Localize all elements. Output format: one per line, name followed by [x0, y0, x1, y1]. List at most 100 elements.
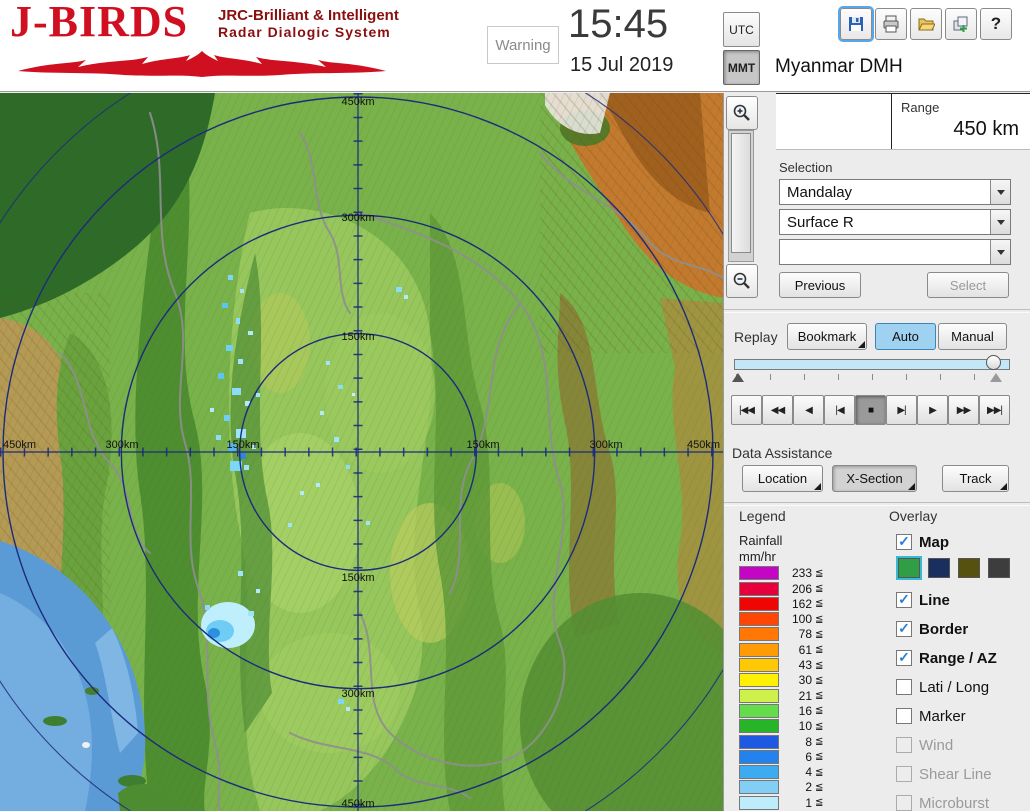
print-button[interactable]: [875, 8, 907, 40]
utc-label: UTC: [729, 22, 754, 37]
checkbox-line[interactable]: ✓: [896, 592, 912, 608]
overlay-lati-long-label: Lati / Long: [919, 678, 990, 696]
step-forward-button[interactable]: ▶|: [886, 395, 917, 425]
checkbox-range-az[interactable]: ✓: [896, 650, 912, 666]
corner-handle-icon: [858, 341, 865, 348]
skip-start-icon: |◀◀: [739, 404, 755, 416]
checkbox-map[interactable]: ✓: [896, 534, 912, 550]
legend-row: 206 ≦: [739, 581, 823, 596]
location-button[interactable]: Location: [742, 465, 823, 492]
play-reverse-button[interactable]: ◀: [793, 395, 824, 425]
save-button[interactable]: [838, 6, 874, 42]
warning-indicator[interactable]: Warning: [487, 26, 559, 64]
legend-value: 6: [805, 749, 812, 764]
play-button[interactable]: ▶: [917, 395, 948, 425]
manual-label: Manual: [951, 329, 994, 344]
overlay-line-label: Line: [919, 591, 950, 609]
legend-row: 78 ≦: [739, 627, 823, 642]
legend-value: 206: [791, 581, 812, 596]
overlay-wind-label: Wind: [919, 736, 954, 754]
step-back-button[interactable]: |◀: [824, 395, 855, 425]
export-add-button[interactable]: [945, 8, 977, 40]
legend-leq: ≦: [815, 766, 824, 778]
export-add-icon: [953, 16, 968, 32]
legend-row: 162 ≦: [739, 596, 823, 612]
overlay-row-line: ✓ Line: [896, 589, 950, 611]
printer-icon: [883, 15, 899, 33]
fast-rewind-button[interactable]: ◀◀: [762, 395, 793, 425]
mmt-button[interactable]: MMT: [723, 50, 760, 85]
option-dropdown-button[interactable]: [990, 240, 1010, 264]
replay-slider-handle[interactable]: [986, 355, 1001, 370]
legend-leq: ≦: [815, 797, 824, 809]
legend-unit: mm/hr: [739, 549, 776, 564]
previous-button[interactable]: Previous: [779, 272, 861, 298]
legend-leq: ≦: [815, 567, 824, 579]
zoom-scrollbar[interactable]: [728, 130, 754, 262]
track-label: Track: [959, 471, 992, 486]
auto-label: Auto: [892, 329, 919, 344]
checkbox-lati-long[interactable]: [896, 679, 912, 695]
zoom-out-button[interactable]: [726, 264, 758, 298]
option-dropdown[interactable]: [779, 239, 1011, 265]
app-logo-subtitle: JRC-Brilliant & Intelligent Radar Dialog…: [218, 8, 399, 41]
legend-label: Legend: [739, 508, 786, 524]
map-viewport[interactable]: 450km 300km 150km 150km 300km 450km 450k…: [0, 26, 784, 811]
map-palette-gray[interactable]: [988, 558, 1010, 578]
auto-mode-button[interactable]: Auto: [875, 323, 936, 350]
skip-to-end-button[interactable]: ▶▶|: [979, 395, 1010, 425]
zoom-in-button[interactable]: [726, 96, 758, 130]
fast-forward-button[interactable]: ▶▶: [948, 395, 979, 425]
check-icon: ✓: [898, 533, 910, 549]
selection-label: Selection: [779, 160, 833, 175]
replay-slider-track[interactable]: [734, 359, 1010, 370]
product-dropdown[interactable]: Surface R: [779, 209, 1011, 235]
help-button[interactable]: ?: [980, 8, 1012, 40]
corner-handle-icon: [1000, 483, 1007, 490]
legend-color-swatch: [739, 673, 779, 688]
overlay-marker-label: Marker: [919, 707, 966, 725]
skip-to-start-button[interactable]: |◀◀: [731, 395, 762, 425]
range-label-w150: 150km: [226, 439, 259, 451]
range-box: Range 450 km: [776, 93, 1030, 150]
legend-leq: ≦: [815, 674, 824, 686]
select-label: Select: [949, 277, 987, 293]
zoom-scrollbar-thumb[interactable]: [731, 133, 751, 253]
manual-mode-button[interactable]: Manual: [938, 323, 1007, 350]
legend-leq: ≦: [815, 583, 824, 595]
checkbox-microburst: [896, 795, 912, 811]
range-label-w450: 450km: [3, 439, 36, 451]
map-palette-navy[interactable]: [928, 558, 950, 578]
overlay-row-map: ✓ Map: [896, 531, 949, 553]
legend-value: 4: [805, 765, 812, 780]
overlay-row-wind: Wind: [896, 734, 953, 756]
legend-value: 16: [798, 703, 812, 718]
legend-value: 100: [791, 612, 812, 627]
x-section-button[interactable]: X-Section: [832, 465, 917, 492]
site-dropdown[interactable]: Mandalay: [779, 179, 1011, 205]
product-dropdown-value: Surface R: [787, 213, 854, 231]
map-palette-olive[interactable]: [958, 558, 980, 578]
bookmark-button[interactable]: Bookmark: [787, 323, 867, 350]
checkbox-border[interactable]: ✓: [896, 621, 912, 637]
eagle-logo-icon: [18, 51, 386, 77]
map-palette-green[interactable]: [896, 556, 922, 580]
track-button[interactable]: Track: [942, 465, 1009, 492]
checkbox-wind: [896, 737, 912, 753]
open-file-button[interactable]: [910, 8, 942, 40]
range-value: 450 km: [953, 118, 1019, 140]
legend-value: 61: [798, 642, 812, 657]
stop-button[interactable]: ■: [855, 395, 886, 425]
range-label: Range: [901, 100, 940, 115]
bookmark-label: Bookmark: [797, 329, 857, 344]
checkbox-shear-line: [896, 766, 912, 782]
checkbox-marker[interactable]: [896, 708, 912, 724]
overlay-row-range-az: ✓ Range / AZ: [896, 647, 997, 669]
legend-color-swatch: [739, 703, 779, 718]
utc-button[interactable]: UTC: [723, 12, 760, 47]
overlay-border-label: Border: [919, 620, 969, 638]
step-forward-icon: ▶|: [897, 404, 906, 416]
x-section-label: X-Section: [846, 471, 903, 486]
site-dropdown-button[interactable]: [990, 180, 1010, 204]
product-dropdown-button[interactable]: [990, 210, 1010, 234]
